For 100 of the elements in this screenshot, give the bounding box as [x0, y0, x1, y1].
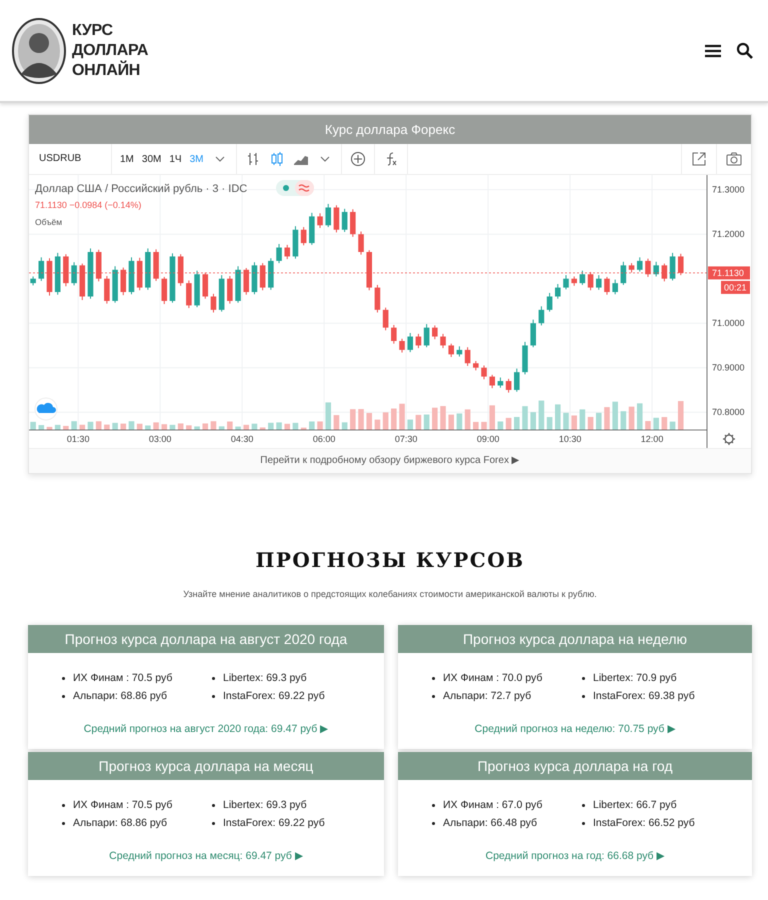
candle — [276, 243, 282, 264]
average-forecast-link[interactable]: Средний прогноз на неделю: 70.75 руб ▶ — [398, 722, 752, 735]
add-indicator-icon[interactable] — [350, 151, 366, 167]
candle — [670, 252, 676, 281]
candle — [628, 262, 634, 273]
forex-review-link[interactable]: Перейти к подробному обзору биржевого курса Forex ▶ — [29, 448, 751, 473]
interval-tab[interactable]: 1Ч — [166, 150, 185, 168]
forecast-value: Альпари: 72.7 руб — [443, 690, 532, 702]
candle — [620, 261, 626, 286]
candles-icon[interactable] — [268, 151, 284, 167]
section-heading: ПРОГНОЗЫ КУРСОВ — [254, 548, 526, 572]
bullet-icon — [212, 804, 215, 806]
time-tick-label: 03:00 — [148, 434, 172, 444]
candle — [292, 226, 298, 260]
candle — [636, 256, 643, 272]
time-tick-label: 04:30 — [230, 434, 254, 444]
candle — [46, 258, 52, 296]
share-icon[interactable] — [691, 151, 707, 167]
forecast-value: Альпари: 68.86 руб — [73, 817, 167, 829]
bullet-icon — [432, 694, 435, 698]
interval-tab[interactable]: 1М — [117, 150, 137, 168]
candle — [391, 324, 397, 344]
card-title: Прогноз курса доллара на год — [398, 752, 752, 780]
logo-text: КУРС — [72, 20, 114, 40]
candle — [596, 274, 602, 290]
candle — [300, 226, 306, 246]
bullet-icon — [212, 694, 215, 698]
price-tick-label: 71.2000 — [712, 229, 745, 240]
candle — [546, 292, 552, 312]
candle — [317, 212, 323, 228]
price-tick-label: 71.0000 — [712, 318, 745, 328]
average-forecast-link[interactable]: Средний прогноз на год: 66.68 руб ▶ — [398, 849, 752, 862]
forecast-value: InstaForex: 69.38 руб — [593, 690, 695, 702]
candle — [96, 249, 102, 282]
card-title: Прогноз курса доллара на август 2020 года — [28, 625, 384, 653]
price-tick-label: 70.9000 — [712, 362, 745, 373]
candle — [481, 364, 487, 380]
forecast-value: Libertex: 70.9 руб — [593, 672, 677, 684]
bullet-icon — [582, 804, 585, 806]
price-tick-label: 70.8000 — [712, 407, 745, 418]
candle — [268, 258, 274, 290]
price-tick-label: 71.3000 — [712, 184, 745, 195]
candle — [498, 376, 504, 388]
candle — [555, 284, 561, 300]
forecast-value: Libertex: 69.3 руб — [223, 799, 307, 811]
bullet-icon — [62, 804, 65, 806]
bullet-icon — [62, 822, 65, 824]
forecast-value: InstaForex: 66.52 руб — [593, 817, 695, 829]
candle — [678, 253, 684, 276]
candle — [440, 333, 446, 349]
last-price-tag: 71.1130 — [708, 266, 750, 280]
candle — [571, 276, 577, 286]
candle — [71, 262, 77, 286]
bullet-icon — [212, 676, 215, 680]
time-tick-label: 09:00 — [476, 434, 500, 444]
logo-icon[interactable] — [12, 18, 66, 84]
section-subtitle: Узнайте мнение аналитиков о предстоящих колебаниях стоимости американской валюты к рублю. — [182, 589, 598, 599]
candle — [252, 262, 258, 295]
settings-icon[interactable] — [722, 432, 736, 446]
card-title: Прогноз курса доллара на месяц — [28, 752, 384, 780]
forecast-value: Libertex: 66.7 руб — [593, 799, 677, 811]
candle — [612, 279, 618, 295]
widget-title: Курс доллара Форекс — [29, 115, 751, 144]
candle — [260, 262, 266, 291]
candle — [448, 343, 454, 358]
candle — [424, 324, 430, 348]
candle — [210, 293, 216, 314]
bullet-icon — [582, 676, 585, 680]
candle — [309, 212, 315, 246]
candle — [186, 280, 192, 309]
candle — [506, 378, 512, 394]
candle — [227, 276, 233, 304]
candle — [243, 268, 250, 296]
candle — [120, 267, 126, 296]
average-forecast-link[interactable]: Средний прогноз на август 2020 года: 69.47 руб ▶ — [28, 722, 384, 735]
time-tick-label: 12:00 — [640, 434, 664, 444]
time-tick-label: 06:00 — [312, 434, 336, 444]
candle — [538, 306, 544, 326]
candle — [645, 258, 651, 278]
candle — [170, 252, 176, 304]
countdown-tag: 00:21 — [721, 280, 750, 294]
candle — [407, 332, 414, 353]
candle — [456, 346, 462, 358]
candle — [38, 256, 44, 282]
candle — [161, 276, 168, 305]
candle — [580, 270, 586, 286]
forecast-value: InstaForex: 69.22 руб — [223, 690, 325, 702]
candle — [136, 257, 142, 291]
candle — [350, 208, 356, 238]
bullet-icon — [432, 822, 435, 824]
candle — [416, 333, 422, 349]
candle — [30, 276, 36, 286]
search-icon[interactable] — [736, 42, 754, 60]
interval-tab[interactable]: 30М — [138, 150, 164, 168]
candle — [432, 324, 438, 340]
cloud-icon[interactable] — [34, 398, 58, 420]
camera-icon[interactable] — [726, 151, 742, 167]
symbol-field[interactable]: USDRUB — [29, 144, 112, 174]
average-forecast-link[interactable]: Средний прогноз на месяц: 69.47 руб ▶ — [28, 849, 384, 862]
candle — [489, 374, 495, 389]
